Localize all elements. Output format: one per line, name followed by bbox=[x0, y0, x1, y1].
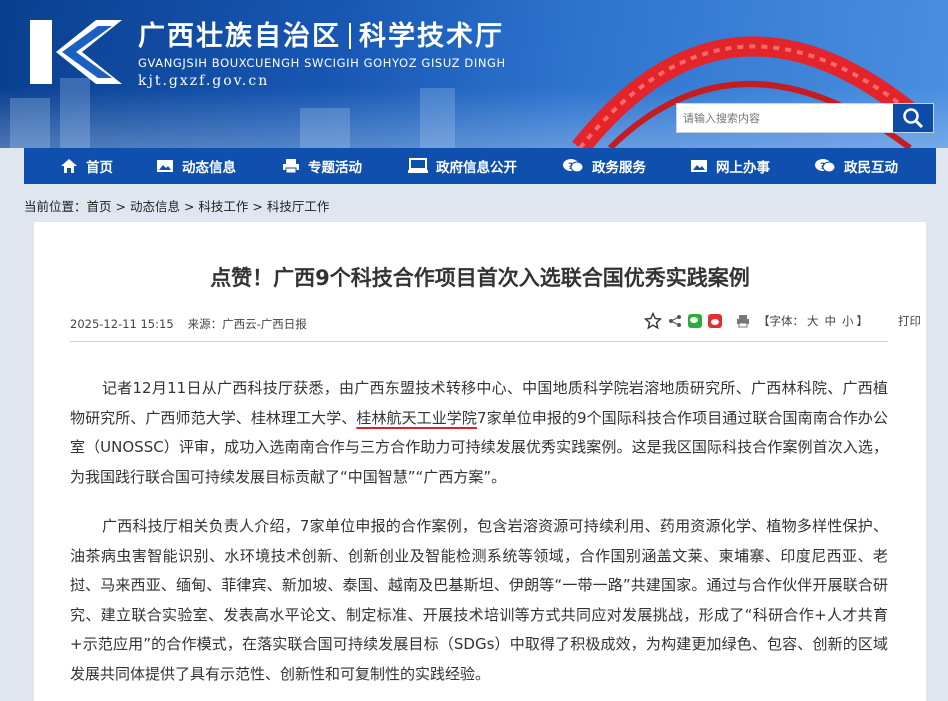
font-size-label: 【字体： bbox=[758, 314, 804, 328]
main-nav: 首页 动态信息 专题活动 政府信息公开 ? 政务服务 网上办事 ? 政民互动 bbox=[24, 148, 936, 184]
monitor-icon bbox=[408, 158, 428, 173]
org-name: 广西壮族自治区 bbox=[138, 21, 341, 52]
search-box bbox=[676, 103, 934, 133]
breadcrumb-link[interactable]: 动态信息 bbox=[130, 199, 180, 214]
header-banner: 广西壮族自治区 科学技术厅 GVANGJSIH BOUXCUENGH SWCIGI… bbox=[0, 0, 948, 148]
image-icon bbox=[157, 160, 173, 172]
wechat-icon[interactable] bbox=[688, 314, 702, 328]
font-size-small[interactable]: 小 bbox=[842, 313, 854, 329]
picture-icon bbox=[691, 160, 707, 172]
print-link[interactable]: 打印 bbox=[898, 313, 921, 329]
article-title: 点赞！广西9个科技合作项目首次入选联合国优秀实践案例 bbox=[210, 266, 750, 290]
article-source: 来源：广西云-广西日报 bbox=[187, 317, 307, 331]
share-icon[interactable] bbox=[668, 314, 682, 328]
nav-label: 首页 bbox=[86, 160, 113, 176]
site-url: kjt.gxzf.gov.cn bbox=[138, 73, 270, 89]
nav-item-news[interactable]: 动态信息 bbox=[156, 148, 236, 184]
home-icon bbox=[61, 159, 77, 173]
font-size-medium[interactable]: 中 bbox=[825, 313, 837, 329]
weibo-icon[interactable] bbox=[708, 314, 722, 328]
breadcrumb-link[interactable]: 科技厅工作 bbox=[267, 199, 330, 214]
nav-item-services[interactable]: ? 政务服务 bbox=[562, 148, 646, 184]
printer-icon[interactable] bbox=[736, 314, 750, 328]
site-logo-icon bbox=[30, 20, 122, 84]
search-button[interactable] bbox=[893, 104, 933, 132]
site-subtitle: GVANGJSIH BOUXCUENGH SWCIGIH GOHYOZ GISU… bbox=[138, 56, 506, 70]
meta-divider bbox=[70, 341, 888, 342]
site-title: 广西壮族自治区 科学技术厅 bbox=[138, 14, 504, 53]
font-size-large[interactable]: 大 bbox=[807, 313, 819, 329]
nav-label: 专题活动 bbox=[308, 160, 362, 176]
chat-icon: ? bbox=[815, 159, 836, 173]
breadcrumb-link[interactable]: 首页 bbox=[87, 199, 112, 214]
svg-text:?: ? bbox=[568, 162, 573, 172]
printer-icon bbox=[283, 159, 299, 174]
chat-icon: ? bbox=[563, 159, 584, 173]
article-meta: 2025-12-11 15:15 来源：广西云-广西日报 bbox=[70, 316, 307, 332]
underlined-org-name: 桂林航天工业学院 bbox=[356, 408, 477, 427]
nav-item-home[interactable]: 首页 bbox=[60, 148, 113, 184]
article-card: 点赞！广西9个科技合作项目首次入选联合国优秀实践案例 2025-12-11 15… bbox=[34, 222, 926, 701]
nav-label: 网上办事 bbox=[716, 160, 770, 176]
nav-item-topics[interactable]: 专题活动 bbox=[282, 148, 362, 184]
title-divider bbox=[349, 23, 351, 49]
nav-item-interaction[interactable]: ? 政民互动 bbox=[814, 148, 898, 184]
dept-name: 科学技术厅 bbox=[359, 21, 504, 52]
nav-item-gov-info[interactable]: 政府信息公开 bbox=[408, 148, 517, 184]
font-size-close: 】 bbox=[856, 314, 869, 328]
nav-label: 政民互动 bbox=[844, 160, 898, 176]
article-date: 2025-12-11 15:15 bbox=[70, 317, 174, 331]
breadcrumb-link[interactable]: 科技工作 bbox=[198, 199, 248, 214]
favorite-star-icon[interactable] bbox=[644, 312, 662, 330]
nav-item-online-affairs[interactable]: 网上办事 bbox=[690, 148, 770, 184]
nav-label: 政府信息公开 bbox=[436, 160, 517, 176]
nav-label: 动态信息 bbox=[182, 160, 236, 176]
search-input[interactable] bbox=[677, 104, 893, 132]
article-paragraph: 广西科技厅相关负责人介绍，7家单位申报的合作案例，包含岩溶资源可持续利用、药用资… bbox=[70, 517, 888, 683]
breadcrumb: 当前位置：首页 > 动态信息 > 科技工作 > 科技厅工作 bbox=[24, 199, 330, 214]
article-tools: 【字体： 大 中 小 】 打印 bbox=[644, 312, 921, 330]
search-icon bbox=[903, 108, 924, 129]
article-paragraph: 记者12月11日从广西科技厅获悉，由广西东盟技术转移中心、中国地质科学院岩溶地质… bbox=[70, 374, 888, 492]
nav-label: 政务服务 bbox=[592, 160, 646, 176]
svg-text:?: ? bbox=[820, 162, 825, 172]
breadcrumb-prefix: 当前位置： bbox=[24, 199, 87, 214]
